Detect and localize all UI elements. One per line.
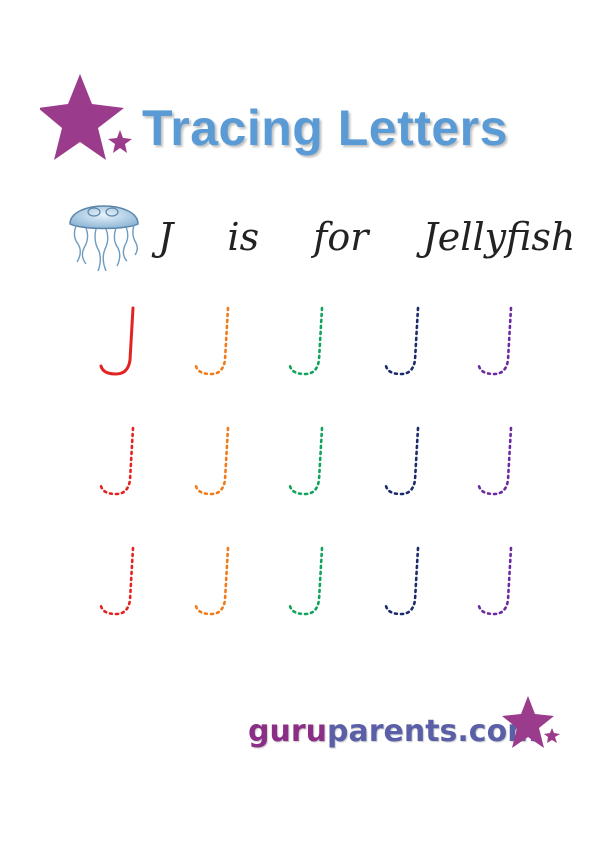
dotted-letter-j (477, 546, 513, 616)
solid-letter-j (99, 306, 135, 376)
dotted-letter-j (194, 426, 230, 496)
dotted-letter-j (384, 546, 420, 616)
dotted-letter-j (99, 546, 135, 616)
dotted-letter-j (384, 426, 420, 496)
footer-star-icon (502, 696, 560, 748)
dotted-letter-j (384, 306, 420, 376)
dotted-letter-j (477, 306, 513, 376)
dotted-letter-j (288, 546, 324, 616)
dotted-letter-j (477, 426, 513, 496)
footer-logo-text: guruparents.com (248, 714, 538, 750)
footer-guru: guru (248, 714, 327, 749)
dotted-letter-j (194, 546, 230, 616)
dotted-letter-j (99, 426, 135, 496)
dotted-letter-j (288, 306, 324, 376)
dotted-letter-j (288, 426, 324, 496)
dotted-letter-j (194, 306, 230, 376)
